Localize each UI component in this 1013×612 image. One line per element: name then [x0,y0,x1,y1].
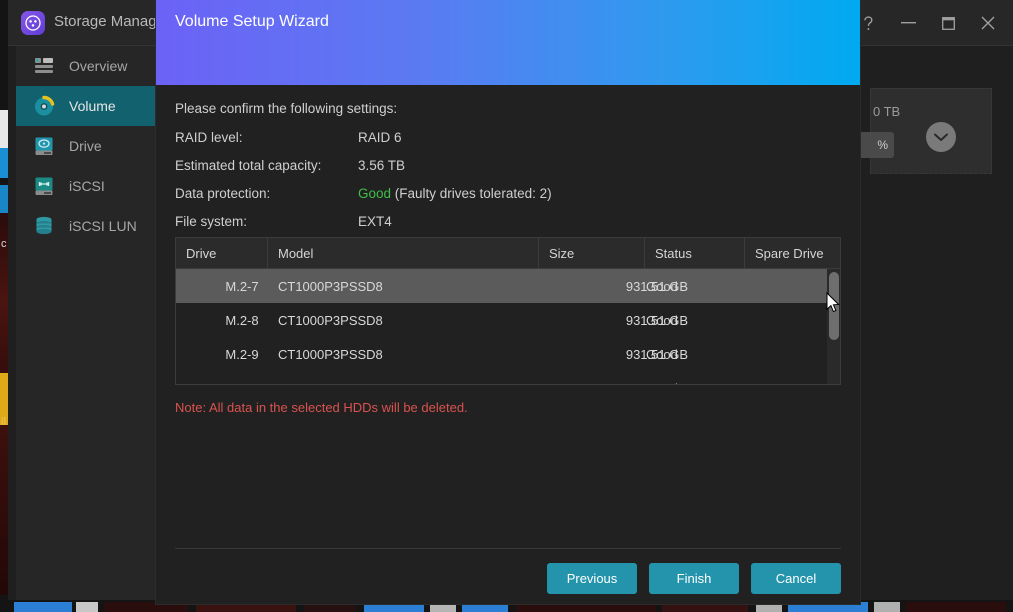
table-scrollbar-thumb[interactable] [829,272,839,340]
data-protection-status: Good [358,186,392,201]
table-scrollbar[interactable] [827,269,840,384]
sidebar-item-label: iSCSI LUN [69,218,137,234]
dialog-footer-buttons: Previous Finish Cancel [547,563,841,594]
spec-label: Estimated total capacity: [175,158,322,173]
spec-label: RAID level: [175,130,243,145]
spec-value: RAID 6 [358,130,402,145]
column-header-spare-drive[interactable]: Spare Drive [745,238,840,269]
iscsi-lun-icon [32,214,56,238]
sidebar-item-volume[interactable]: Volume [16,86,168,126]
background-text-fragment-2: il [1,416,6,428]
previous-button[interactable]: Previous [547,563,637,594]
minimize-button[interactable] [889,3,927,43]
delete-warning-note: Note: All data in the selected HDDs will… [175,400,468,415]
column-header-status[interactable]: Status [645,238,745,269]
background-text-fragment: c [1,238,7,250]
background-capacity-text: 0 TB [873,104,901,119]
sidebar: Overview Volume Drive iSCSI iSCSI LUN [16,46,168,600]
data-protection-suffix: (Faulty drives tolerated: 2) [391,186,552,201]
cell-model: CT1000P3PSSD8 [278,346,383,362]
cell-status: Good [646,312,678,328]
sidebar-item-label: Volume [69,98,116,114]
maximize-button[interactable] [929,3,967,43]
cancel-button[interactable]: Cancel [751,563,841,594]
table-row[interactable]: M.2-9 CT1000P3PSSD8 931.51 GB Good [176,337,840,371]
table-row[interactable]: M.2-7 CT1000P3PSSD8 931.51 GB Good [176,269,840,303]
sidebar-item-drive[interactable]: Drive [16,126,168,166]
cell-model: CT1000P3PSSD8 [278,278,383,294]
footer-divider [175,548,841,549]
sidebar-item-overview[interactable]: Overview [16,46,168,86]
sidebar-item-label: iSCSI [69,178,105,194]
dialog-title: Volume Setup Wizard [175,13,329,30]
iscsi-icon [32,174,56,198]
drive-icon [32,134,56,158]
column-header-drive[interactable]: Drive [176,238,268,269]
column-header-model[interactable]: Model [268,238,539,269]
spec-value: EXT4 [358,214,392,229]
overview-icon [32,54,56,78]
window-controls [849,0,1007,46]
close-button[interactable] [969,3,1007,43]
cell-model: CT1000P3PSSD8 [278,381,383,385]
cell-status: Good [646,381,678,385]
sidebar-item-label: Overview [69,58,128,74]
column-header-size[interactable]: Size [539,238,645,269]
table-row[interactable]: M.2-8 CT1000P3PSSD8 931.51 GB Good [176,303,840,337]
taskbar-item[interactable] [906,602,1006,612]
finish-button[interactable]: Finish [649,563,739,594]
volume-icon [32,94,56,118]
sidebar-item-iscsi-lun[interactable]: iSCSI LUN [16,206,168,246]
screen: c il Storage Manag Overview Volume Drive… [0,0,1013,612]
app-title: Storage Manag [54,13,157,30]
taskbar-item[interactable] [14,602,72,612]
drive-table: Drive Model Size Status Spare Drive M.2-… [175,237,841,385]
table-header-row: Drive Model Size Status Spare Drive [176,238,840,269]
cell-model: CT1000P3PSSD8 [278,312,383,328]
spec-value: 3.56 TB [358,158,406,173]
chevron-down-icon[interactable] [926,122,956,152]
cell-status: Good [646,346,678,362]
storage-manager-logo-icon [21,11,45,35]
table-row[interactable]: M.2-10 CT1000P3PSSD8 931.51 GB Good [176,371,840,385]
cell-status: Good [646,278,678,294]
sidebar-item-iscsi[interactable]: iSCSI [16,166,168,206]
spec-label: File system: [175,214,248,229]
dialog-header: Volume Setup Wizard [156,0,860,85]
taskbar-item[interactable] [76,602,98,612]
table-body: M.2-7 CT1000P3PSSD8 931.51 GB Good M.2-8… [176,269,840,385]
volume-setup-wizard-dialog: Volume Setup Wizard Please confirm the f… [156,0,860,604]
spec-value: Good (Faulty drives tolerated: 2) [358,186,552,201]
taskbar-item[interactable] [874,602,900,612]
confirm-instruction: Please confirm the following settings: [175,101,398,116]
spec-label: Data protection: [175,186,271,201]
dialog-body: Please confirm the following settings: R… [156,85,860,604]
sidebar-item-label: Drive [69,138,102,154]
